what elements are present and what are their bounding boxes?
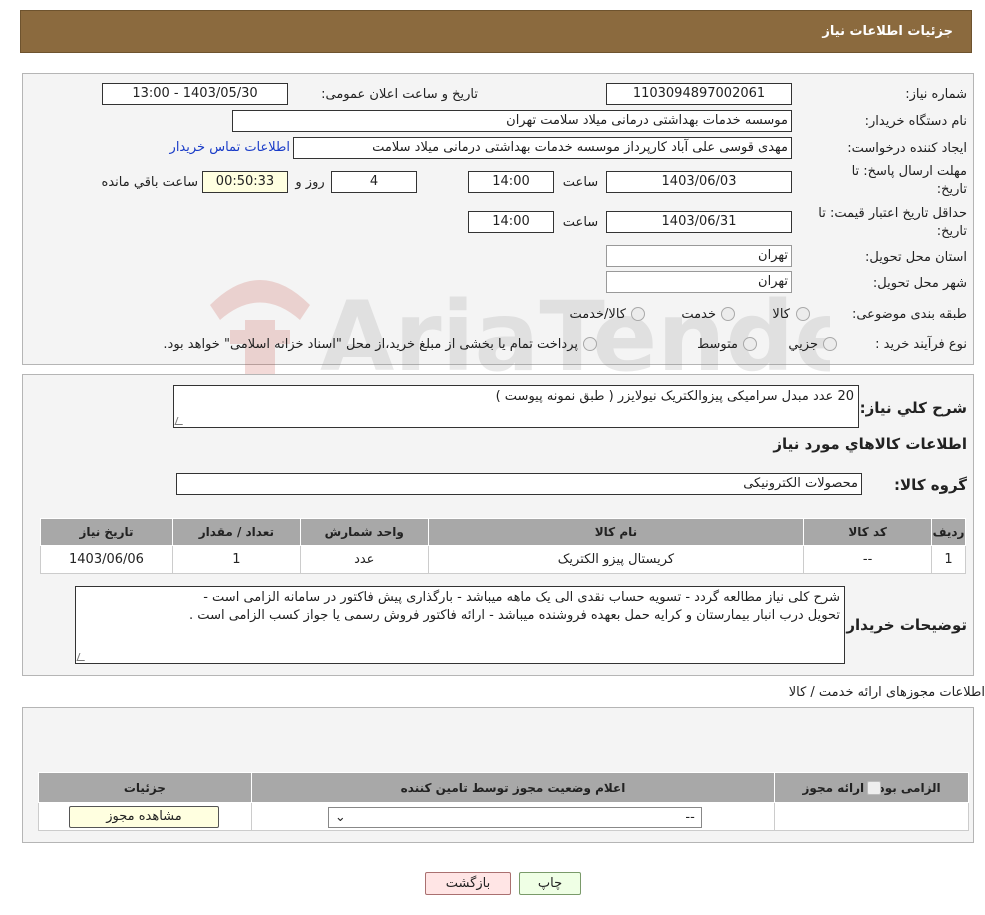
buyer-org-label: نام دستگاه خریدار: — [864, 114, 967, 129]
validity-label-date: تاریخ: — [936, 224, 967, 239]
remaining-days-field: 4 — [331, 171, 417, 193]
category-label: طبقه بندی موضوعی: — [851, 307, 967, 322]
need-number-field: 1103094897002061 — [606, 83, 792, 105]
table-row: 1 -- کریستال پیزو الکتریک عدد 1 1403/06/… — [40, 545, 966, 574]
category-option-goods-service: کالا/خدمت — [569, 307, 626, 322]
category-radio-goods-service[interactable] — [631, 307, 645, 321]
process-radio-medium[interactable] — [743, 337, 757, 351]
process-option-medium: متوسط — [697, 337, 738, 352]
remaining-label: ساعت باقي مانده — [101, 175, 198, 190]
province-field: تهران — [606, 245, 792, 267]
buyer-notes-label: توضیحات خریدار: — [840, 616, 967, 634]
buyer-org-field: موسسه خدمات بهداشتی درمانی میلاد سلامت ت… — [232, 110, 792, 132]
chevron-down-icon: ⌄ — [334, 810, 346, 825]
category-radio-service[interactable] — [721, 307, 735, 321]
resize-grip-icon[interactable] — [76, 653, 88, 661]
col-header-date: تاریخ نیاز — [40, 518, 173, 546]
category-option-service: خدمت — [681, 307, 716, 322]
table-row: -- ⌄ مشاهده مجوز — [38, 780, 969, 831]
validity-time-label: ساعت — [562, 215, 599, 230]
creator-field: مهدی قوسی علی آباد کارپرداز موسسه خدمات … — [293, 137, 792, 159]
validity-label: حداقل تاریخ اعتبار قیمت: تا — [818, 206, 967, 221]
process-label: نوع فرآیند خرید : — [875, 337, 967, 352]
view-license-button[interactable]: مشاهده مجوز — [69, 806, 219, 828]
deadline-date-field: 1403/06/03 — [606, 171, 792, 193]
license-status-select[interactable]: -- ⌄ — [327, 807, 702, 828]
category-option-goods: کالا — [772, 307, 790, 322]
col-header-status: اعلام وضعیت مجوز توسط تامین کننده — [250, 772, 776, 803]
col-header-quantity: تعداد / مقدار — [171, 518, 301, 546]
licenses-title: اطلاعات مجوزهای ارائه خدمت / کالا — [788, 685, 985, 700]
buyer-notes-field: شرح کلی نیاز مطالعه گردد - تسویه حساب نق… — [75, 586, 845, 664]
cell-date: 1403/06/06 — [40, 545, 173, 574]
cell-quantity: 1 — [171, 545, 301, 574]
goods-info-title: اطلاعات کالاهاي مورد نياز — [773, 435, 967, 453]
validity-time-field: 14:00 — [468, 211, 554, 233]
process-option-minor: جزیي — [788, 337, 818, 352]
col-header-name: نام کالا — [427, 518, 805, 546]
col-header-row: ردیف — [931, 518, 966, 546]
need-number-label: شماره نیاز: — [905, 87, 967, 102]
announce-date-field: 1403/05/30 - 13:00 — [102, 83, 288, 105]
print-button[interactable]: چاپ — [519, 872, 581, 895]
cell-name: کریستال پیزو الکتریک — [427, 545, 805, 574]
need-description-text: 20 عدد مبدل سرامیکی پیزوالکتریک نیولایزر… — [495, 389, 854, 404]
goods-group-label: گروه کالا: — [894, 476, 967, 494]
col-header-code: کد کالا — [803, 518, 933, 546]
buyer-notes-line-2: تحویل درب انبار بیمارستان و کرایه حمل بع… — [189, 608, 840, 623]
days-label: روز و — [295, 175, 325, 190]
deadline-label-date: تاریخ: — [936, 182, 967, 197]
creator-label: ایجاد کننده درخواست: — [847, 141, 967, 156]
process-note: پرداخت تمام یا بخشی از مبلغ خرید،از محل … — [163, 337, 578, 352]
back-button[interactable]: بازگشت — [425, 872, 511, 895]
need-description-label: شرح کلي نياز: — [859, 399, 967, 417]
cell-code: -- — [803, 545, 933, 574]
category-radio-goods[interactable] — [796, 307, 810, 321]
col-header-unit: واحد شمارش — [299, 518, 429, 546]
deadline-time-label: ساعت — [562, 175, 599, 190]
deadline-label: مهلت ارسال پاسخ: تا — [851, 164, 967, 179]
page-title: جزئیات اطلاعات نیاز — [822, 24, 953, 39]
buyer-contact-link[interactable]: اطلاعات تماس خریدار — [156, 140, 290, 155]
licenses-table-header: الزامی بودن ارائه مجوز اعلام وضعیت مجوز … — [38, 772, 969, 803]
deadline-time-field: 14:00 — [468, 171, 554, 193]
city-label: شهر محل تحویل: — [872, 276, 967, 291]
cell-unit: عدد — [299, 545, 429, 574]
col-header-details: جزئیات — [38, 772, 252, 803]
license-required-checkbox[interactable] — [866, 780, 881, 795]
page-header: جزئیات اطلاعات نیاز — [20, 10, 972, 53]
province-label: استان محل تحویل: — [865, 250, 967, 265]
process-treasury-checkbox[interactable] — [583, 337, 597, 351]
need-description-field: 20 عدد مبدل سرامیکی پیزوالکتریک نیولایزر… — [173, 385, 859, 428]
goods-table: ردیف کد کالا نام کالا واحد شمارش تعداد /… — [40, 518, 966, 574]
goods-table-header: ردیف کد کالا نام کالا واحد شمارش تعداد /… — [40, 518, 966, 546]
validity-date-field: 1403/06/31 — [606, 211, 792, 233]
buyer-notes-line-1: شرح کلی نیاز مطالعه گردد - تسویه حساب نق… — [203, 590, 840, 605]
remaining-time-field: 00:50:33 — [202, 171, 288, 193]
goods-group-field: محصولات الکترونیکی — [176, 473, 862, 495]
license-status-value: -- — [685, 810, 695, 825]
licenses-table: الزامی بودن ارائه مجوز اعلام وضعیت مجوز … — [38, 772, 969, 831]
cell-row: 1 — [931, 545, 966, 574]
announce-label: تاریخ و ساعت اعلان عمومی: — [321, 87, 478, 102]
resize-grip-icon[interactable] — [174, 417, 186, 425]
city-field: تهران — [606, 271, 792, 293]
process-radio-minor[interactable] — [823, 337, 837, 351]
